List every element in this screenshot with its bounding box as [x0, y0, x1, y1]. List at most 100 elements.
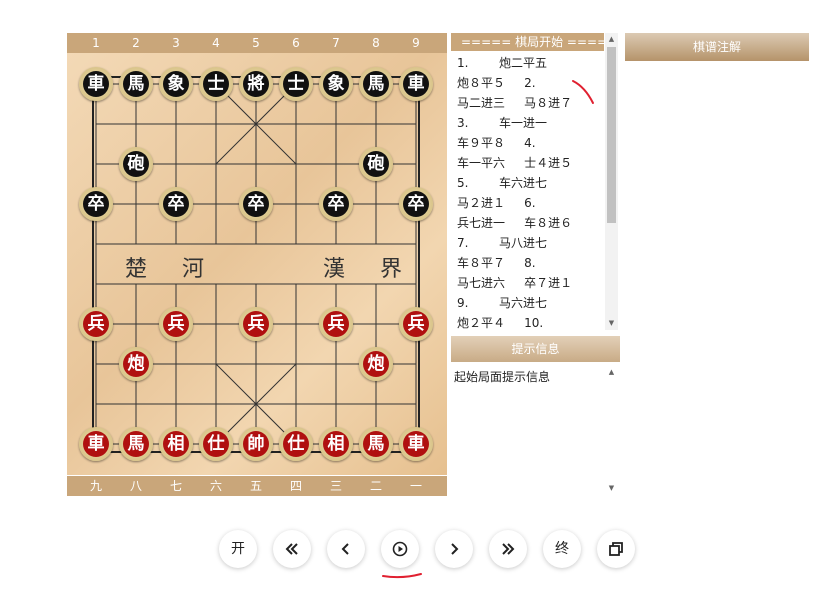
- piece-label: 仕: [203, 431, 229, 457]
- double-chevron-right-icon: [502, 543, 515, 555]
- scroll-down-arrow-icon[interactable]: ▼: [605, 484, 618, 492]
- black-cannon[interactable]: 砲: [119, 147, 153, 181]
- piece-label: 兵: [243, 311, 269, 337]
- red-pawn[interactable]: 兵: [79, 307, 113, 341]
- river-right-text: 漢 界: [323, 257, 416, 282]
- hint-header: 提示信息: [451, 336, 620, 362]
- move-line[interactable]: 3. 车一进一: [457, 113, 547, 133]
- black-pawn[interactable]: 卒: [399, 187, 433, 221]
- play-button[interactable]: [381, 530, 419, 568]
- move-line[interactable]: 1. 炮二平五: [457, 53, 547, 73]
- file-label-bottom: 一: [409, 479, 422, 493]
- red-cannon[interactable]: 炮: [119, 347, 153, 381]
- black-advisor[interactable]: 士: [199, 67, 233, 101]
- red-advisor[interactable]: 仕: [199, 427, 233, 461]
- hint-scrollbar[interactable]: ▲ ▼: [605, 364, 618, 496]
- piece-label: 相: [323, 431, 349, 457]
- move-line[interactable]: 兵七进一 车８进６: [457, 213, 572, 233]
- move-line[interactable]: 车一平六 士４进５: [457, 153, 572, 173]
- piece-label: 砲: [123, 151, 149, 177]
- black-pawn[interactable]: 卒: [319, 187, 353, 221]
- piece-label: 卒: [403, 191, 429, 217]
- move-line[interactable]: 车９平８ 4.: [457, 133, 536, 153]
- black-pawn[interactable]: 卒: [159, 187, 193, 221]
- chevron-left-icon: [341, 543, 349, 555]
- step-forward-button[interactable]: [435, 530, 473, 568]
- red-advisor[interactable]: 仕: [279, 427, 313, 461]
- red-pawn[interactable]: 兵: [399, 307, 433, 341]
- file-label-bottom: 七: [169, 479, 182, 493]
- black-cannon[interactable]: 砲: [359, 147, 393, 181]
- move-line[interactable]: 7. 马八进七: [457, 233, 547, 253]
- scroll-up-arrow-icon[interactable]: ▲: [605, 35, 618, 43]
- red-elephant[interactable]: 相: [159, 427, 193, 461]
- piece-label: 兵: [323, 311, 349, 337]
- xiangqi-board[interactable]: 楚 河 漢 界 車 馬 象 士 將 士 象 馬 車 砲 砲 卒 卒 卒 卒 卒 …: [67, 53, 447, 475]
- go-start-button[interactable]: 开: [219, 530, 257, 568]
- red-cannon[interactable]: 炮: [359, 347, 393, 381]
- piece-label: 兵: [163, 311, 189, 337]
- black-chariot[interactable]: 車: [79, 67, 113, 101]
- black-chariot[interactable]: 車: [399, 67, 433, 101]
- move-line[interactable]: 5. 车六进七: [457, 173, 547, 193]
- red-chariot[interactable]: 車: [79, 427, 113, 461]
- move-line[interactable]: 车８平７ 8.: [457, 253, 536, 273]
- move-line[interactable]: 马七进六 卒７进１: [457, 273, 572, 293]
- annotation-body: [625, 61, 809, 495]
- piece-label: 炮: [363, 351, 389, 377]
- double-chevron-left-icon: [285, 543, 298, 555]
- file-label-bottom: 二: [369, 479, 382, 493]
- file-label-bottom: 五: [249, 479, 262, 493]
- top-file-labels: 1 2 3 4 5 6 7 8 9: [67, 33, 447, 53]
- black-horse[interactable]: 馬: [359, 67, 393, 101]
- move-line[interactable]: 炮２平４ 10.: [457, 313, 543, 333]
- black-horse[interactable]: 馬: [119, 67, 153, 101]
- move-line[interactable]: 9. 马六进七: [457, 293, 547, 313]
- red-elephant[interactable]: 相: [319, 427, 353, 461]
- red-chariot[interactable]: 車: [399, 427, 433, 461]
- black-advisor[interactable]: 士: [279, 67, 313, 101]
- red-horse[interactable]: 馬: [359, 427, 393, 461]
- file-label-bottom: 六: [209, 479, 222, 493]
- red-pawn[interactable]: 兵: [159, 307, 193, 341]
- step-backward-button[interactable]: [327, 530, 365, 568]
- piece-label: 仕: [283, 431, 309, 457]
- piece-label: 士: [283, 71, 309, 97]
- red-general[interactable]: 帥: [239, 427, 273, 461]
- piece-label: 象: [323, 71, 349, 97]
- move-line[interactable]: 炮８平５ 2.: [457, 73, 536, 93]
- black-elephant[interactable]: 象: [319, 67, 353, 101]
- fast-backward-button[interactable]: [273, 530, 311, 568]
- copy-button[interactable]: [597, 530, 635, 568]
- scroll-down-arrow-icon[interactable]: ▼: [605, 319, 618, 327]
- move-line[interactable]: 马二进三 马８进７: [457, 93, 572, 113]
- file-label-top: 2: [132, 36, 140, 50]
- black-pawn[interactable]: 卒: [79, 187, 113, 221]
- piece-label: 卒: [243, 191, 269, 217]
- piece-label: 相: [163, 431, 189, 457]
- black-elephant[interactable]: 象: [159, 67, 193, 101]
- piece-label: 兵: [83, 311, 109, 337]
- fast-forward-button[interactable]: [489, 530, 527, 568]
- scroll-up-arrow-icon[interactable]: ▲: [605, 368, 618, 376]
- piece-label: 車: [403, 431, 429, 457]
- play-underline-mark: [382, 573, 422, 579]
- play-circle-icon: [392, 541, 408, 557]
- go-end-button[interactable]: 终: [543, 530, 581, 568]
- red-pawn[interactable]: 兵: [319, 307, 353, 341]
- file-label-bottom: 八: [129, 479, 142, 493]
- file-label-top: 1: [92, 36, 100, 50]
- file-label-top: 9: [412, 36, 420, 50]
- black-general[interactable]: 將: [239, 67, 273, 101]
- piece-label: 馬: [123, 71, 149, 97]
- scrollbar-thumb[interactable]: [607, 47, 616, 223]
- move-line[interactable]: 马２进１ 6.: [457, 193, 536, 213]
- red-horse[interactable]: 馬: [119, 427, 153, 461]
- piece-label: 卒: [83, 191, 109, 217]
- red-pawn[interactable]: 兵: [239, 307, 273, 341]
- copy-icon: [609, 542, 623, 556]
- piece-label: 馬: [123, 431, 149, 457]
- black-pawn[interactable]: 卒: [239, 187, 273, 221]
- piece-label: 將: [243, 71, 269, 97]
- piece-label: 卒: [323, 191, 349, 217]
